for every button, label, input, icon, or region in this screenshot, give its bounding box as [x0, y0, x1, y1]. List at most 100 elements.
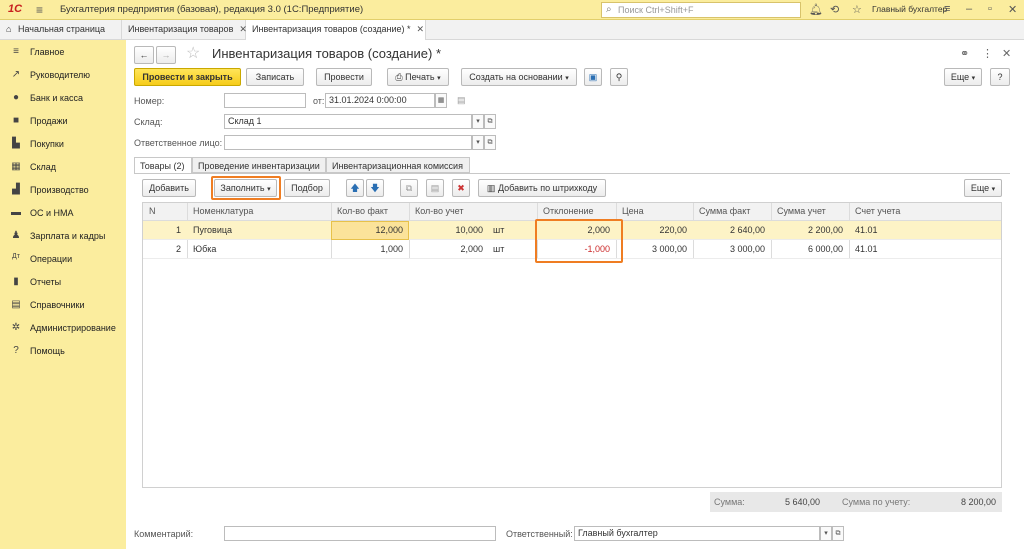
column-header-deviation[interactable]: Отклонение [543, 206, 594, 216]
structure-icon[interactable]: ▣ [584, 68, 602, 86]
settings-icon[interactable]: ≡ [944, 3, 950, 15]
totals-bar: Сумма: 5 640,00 Сумма по учету: 8 200,00 [710, 492, 1002, 512]
open-icon[interactable]: ⧉ [484, 114, 496, 129]
dropdown-icon[interactable]: ▾ [472, 114, 484, 129]
tab-inventory-list-label: Инвентаризация товаров [128, 24, 234, 34]
minimize-icon[interactable]: – [966, 3, 972, 15]
warehouse-label: Склад: [134, 117, 163, 127]
document-history-icon[interactable]: ▤ [457, 95, 466, 106]
column-header-qty-book[interactable]: Кол-во учет [415, 206, 464, 216]
tab-home[interactable]: ⌂ Начальная страница [0, 20, 122, 40]
search-placeholder: Поиск Ctrl+Shift+F [618, 5, 694, 15]
barcode-icon: ▥ [486, 183, 496, 193]
print-button[interactable]: ⎙ Печать ▾ [387, 68, 449, 86]
link-icon[interactable]: ⚭ [960, 47, 969, 60]
favorites-star-icon[interactable]: ☆ [852, 3, 862, 16]
dropdown-icon[interactable]: ▾ [820, 526, 832, 541]
number-field[interactable] [224, 93, 306, 108]
open-icon[interactable]: ⧉ [832, 526, 844, 541]
sidebar-item-bank[interactable]: ● Банк и касса [0, 88, 126, 110]
tab-inventory-list[interactable]: Инвентаризация товаров ✕ [122, 20, 247, 40]
column-header-sum-fact[interactable]: Сумма факт [699, 206, 750, 216]
sidebar-item-sales[interactable]: ■ Продажи [0, 111, 126, 133]
operations-icon: Дт [12, 253, 20, 260]
column-header-qty-fact[interactable]: Кол-во факт [337, 206, 388, 216]
close-window-icon[interactable]: ✕ [1008, 3, 1017, 16]
sidebar-item-operations[interactable]: Дт Операции [0, 249, 126, 271]
save-button[interactable]: Записать [246, 68, 304, 86]
create-based-on-button[interactable]: Создать на основании ▾ [461, 68, 577, 86]
edit-icon[interactable]: ▤ [426, 179, 444, 197]
attachment-icon[interactable]: ⚲ [610, 68, 628, 86]
more-vertical-icon[interactable]: ⋮ [982, 47, 993, 60]
warehouse-field[interactable]: Склад 1 [224, 114, 472, 129]
tab-home-label: Начальная страница [17, 24, 106, 34]
row-qty-fact[interactable]: 12,000 [331, 225, 403, 235]
column-header-account[interactable]: Счет учета [855, 206, 900, 216]
move-up-icon[interactable]: 🡅︎ [346, 179, 364, 197]
close-form-icon[interactable]: ✕ [1002, 47, 1011, 60]
row-qty-fact[interactable]: 1,000 [331, 244, 403, 254]
truck-icon: ▬ [11, 207, 21, 218]
chevron-down-icon: ▾ [565, 75, 569, 82]
sidebar-item-production[interactable]: ▟ Производство [0, 180, 126, 202]
sidebar-item-help[interactable]: ? Помощь [0, 341, 126, 363]
tab-goods[interactable]: Товары (2) [134, 157, 192, 174]
back-button[interactable]: ← [134, 46, 154, 64]
coins-icon: ● [12, 92, 20, 103]
copy-icon[interactable]: ⧉ [400, 179, 418, 197]
column-header-n[interactable]: N [149, 206, 156, 216]
close-tab-icon[interactable]: ✕ [417, 24, 425, 34]
sidebar-item-purchases[interactable]: ▙ Покупки [0, 134, 126, 156]
history-icon[interactable]: ⟲ [830, 3, 839, 16]
more-button[interactable]: Еще ▾ [944, 68, 982, 86]
post-button[interactable]: Провести [316, 68, 372, 86]
sidebar-item-payroll[interactable]: ♟ Зарплата и кадры [0, 226, 126, 248]
tab-commission[interactable]: Инвентаризационная комиссия [326, 157, 470, 173]
sidebar-item-director[interactable]: ↗ Руководителю [0, 65, 126, 87]
move-down-icon[interactable]: 🡇︎ [366, 179, 384, 197]
calendar-icon[interactable]: ▦ [435, 93, 447, 108]
deviation-highlight [535, 219, 623, 263]
sidebar: ≡ Главное ↗ Руководителю ● Банк и касса ■ Пр… [0, 40, 126, 549]
sidebar-item-warehouse[interactable]: ▦ Склад [0, 157, 126, 179]
row-qty-book: 10,000 [455, 225, 483, 235]
sidebar-item-reports[interactable]: ▮ Отчеты [0, 272, 126, 294]
dropdown-icon[interactable]: ▾ [472, 135, 484, 150]
forward-button[interactable]: → [156, 46, 176, 64]
sidebar-item-admin[interactable]: ✲ Администрирование [0, 318, 126, 340]
responsible-person-label: Ответственное лицо: [134, 138, 223, 148]
row-qty-book: 2,000 [460, 244, 483, 254]
column-header-sum-book[interactable]: Сумма учет [777, 206, 826, 216]
open-icon[interactable]: ⧉ [484, 135, 496, 150]
add-row-button[interactable]: Добавить [142, 179, 196, 197]
tab-inventory-create[interactable]: Инвентаризация товаров (создание) * ✕ [246, 20, 426, 41]
help-button[interactable]: ? [990, 68, 1010, 86]
comment-field[interactable] [224, 526, 496, 541]
sidebar-item-label: Продажи [30, 116, 68, 126]
sidebar-item-catalogs[interactable]: ▤ Справочники [0, 295, 126, 317]
sidebar-item-label: Производство [30, 185, 89, 195]
delete-icon[interactable]: ✖ [452, 179, 470, 197]
add-by-barcode-button[interactable]: ▥ Добавить по штрихкоду [478, 179, 606, 197]
column-header-item[interactable]: Номенклатура [193, 206, 253, 216]
responsible-person-field[interactable] [224, 135, 472, 150]
column-header-price[interactable]: Цена [622, 206, 644, 216]
date-field[interactable]: 31.01.2024 0:00:00 [325, 93, 435, 108]
bell-icon[interactable]: 🔔︎ [809, 3, 823, 16]
restore-icon[interactable]: ▫ [988, 3, 992, 15]
post-and-close-button[interactable]: Провести и закрыть [134, 68, 241, 86]
tab-posting[interactable]: Проведение инвентаризации [192, 157, 326, 173]
sidebar-item-label: Операции [30, 254, 73, 264]
favorite-star-icon[interactable]: ☆ [186, 43, 200, 63]
table-more-button[interactable]: Еще ▾ [964, 179, 1002, 197]
sidebar-item-main[interactable]: ≡ Главное [0, 42, 126, 64]
hamburger-menu-icon[interactable]: ≡ [36, 3, 43, 17]
sidebar-item-label: Банк и касса [30, 93, 83, 103]
current-user[interactable]: Главный бухгалтер [872, 4, 947, 14]
sidebar-item-fixed-assets[interactable]: ▬ ОС и НМА [0, 203, 126, 225]
select-button[interactable]: Подбор [284, 179, 330, 197]
chevron-down-icon: ▾ [437, 75, 441, 82]
responsible-field[interactable]: Главный бухгалтер [574, 526, 820, 541]
global-search-input[interactable]: ⌕ Поиск Ctrl+Shift+F [601, 2, 801, 18]
